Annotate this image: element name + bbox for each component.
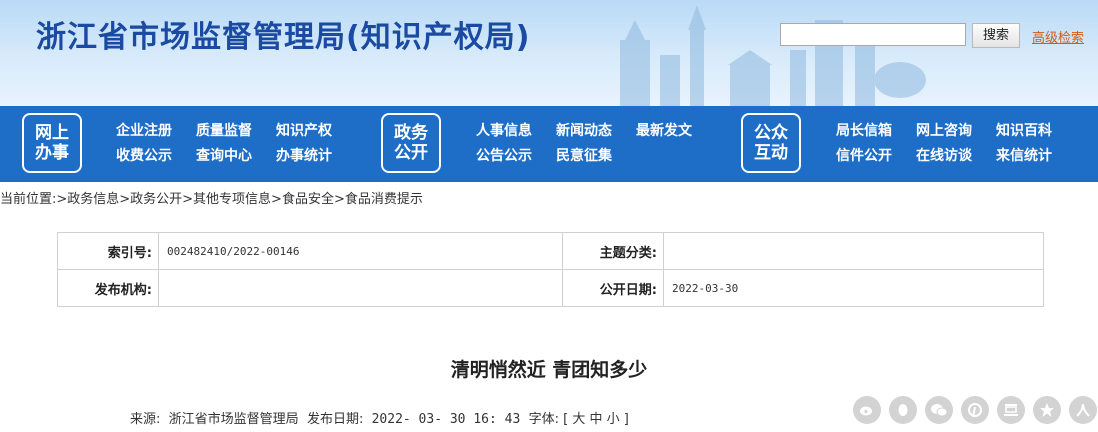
nav-link-fee-disclosure[interactable]: 收费公示 bbox=[116, 145, 172, 165]
main-nav: 网上 办事 企业注册 质量监督 知识产权 收费公示 查询中心 办事统计 政务 公… bbox=[0, 106, 1098, 182]
city-skyline-icon bbox=[620, 5, 926, 106]
table-row: 索引号: 002482410/2022-00146 主题分类: bbox=[57, 232, 1044, 270]
pubdate-value: 2022- 03- 30 16: 43 bbox=[371, 412, 521, 427]
douban-icon[interactable] bbox=[997, 396, 1025, 424]
nav-link-online-interview[interactable]: 在线访谈 bbox=[916, 145, 972, 165]
nav-block-title: 政务 公开 bbox=[394, 123, 428, 163]
font-size-options[interactable]: [ 大 中 小 ] bbox=[563, 412, 629, 427]
index-label: 索引号: bbox=[57, 232, 159, 270]
nav-link-online-consultation[interactable]: 网上咨询 bbox=[916, 120, 972, 140]
index-value: 002482410/2022-00146 bbox=[158, 232, 563, 270]
nav-link-enterprise-registration[interactable]: 企业注册 bbox=[116, 120, 172, 140]
nav-link-public-letters[interactable]: 信件公开 bbox=[836, 145, 892, 165]
nav-block-government-affairs[interactable]: 政务 公开 bbox=[381, 113, 441, 173]
qq-icon[interactable] bbox=[889, 396, 917, 424]
nav-link-quality-supervision[interactable]: 质量监督 bbox=[196, 120, 252, 140]
renren-icon[interactable] bbox=[1069, 396, 1097, 424]
site-header: 浙江省市场监督管理局(知识产权局) 搜索 高级检索 bbox=[0, 0, 1098, 106]
pinterest-icon[interactable] bbox=[961, 396, 989, 424]
nav-block-title: 网上 办事 bbox=[35, 123, 69, 163]
source-label: 来源: bbox=[130, 412, 161, 427]
nav-link-announcements[interactable]: 公告公示 bbox=[476, 145, 532, 165]
breadcrumb[interactable]: 当前位置:>政务信息>政务公开>其他专项信息>食品安全>食品消费提示 bbox=[0, 188, 423, 207]
date-label: 公开日期: bbox=[562, 269, 664, 307]
date-value: 2022-03-30 bbox=[663, 269, 1044, 307]
table-row: 发布机构: 公开日期: 2022-03-30 bbox=[57, 269, 1044, 307]
source-value: 浙江省市场监督管理局 bbox=[168, 412, 299, 427]
nav-link-director-mailbox[interactable]: 局长信箱 bbox=[836, 120, 892, 140]
publisher-label: 发布机构: bbox=[57, 269, 159, 307]
nav-link-query-center[interactable]: 查询中心 bbox=[196, 145, 252, 165]
weibo-icon[interactable] bbox=[853, 396, 881, 424]
nav-link-latest-documents[interactable]: 最新发文 bbox=[636, 120, 692, 140]
nav-link-personnel-info[interactable]: 人事信息 bbox=[476, 120, 532, 140]
nav-link-service-stats[interactable]: 办事统计 bbox=[276, 145, 332, 165]
qzone-icon[interactable] bbox=[1033, 396, 1061, 424]
nav-block-online-service[interactable]: 网上 办事 bbox=[22, 113, 82, 173]
wechat-icon[interactable] bbox=[925, 396, 953, 424]
search-button[interactable]: 搜索 bbox=[972, 23, 1020, 48]
nav-block-public-interaction[interactable]: 公众 互动 bbox=[741, 113, 801, 173]
publisher-value bbox=[158, 269, 563, 307]
nav-block-title: 公众 互动 bbox=[754, 123, 788, 163]
nav-link-intellectual-property[interactable]: 知识产权 bbox=[276, 120, 332, 140]
advanced-search-link[interactable]: 高级检索 bbox=[1032, 27, 1084, 46]
article-title: 清明悄然近 青团知多少 bbox=[450, 359, 648, 381]
font-label: 字体: bbox=[528, 412, 559, 427]
pubdate-label: 发布日期: bbox=[306, 412, 364, 427]
topic-value bbox=[663, 232, 1044, 270]
article-meta: 来源: 浙江省市场监督管理局 发布日期: 2022- 03- 30 16: 43… bbox=[130, 408, 629, 427]
site-title: 浙江省市场监督管理局(知识产权局) bbox=[36, 20, 531, 55]
nav-link-knowledge-base[interactable]: 知识百科 bbox=[996, 120, 1052, 140]
nav-link-public-opinion[interactable]: 民意征集 bbox=[556, 145, 612, 165]
search-input[interactable] bbox=[780, 23, 966, 46]
document-info-table: 索引号: 002482410/2022-00146 主题分类: 发布机构: 公开… bbox=[57, 232, 1044, 307]
nav-link-news[interactable]: 新闻动态 bbox=[556, 120, 612, 140]
nav-link-letter-stats[interactable]: 来信统计 bbox=[996, 145, 1052, 165]
topic-label: 主题分类: bbox=[562, 232, 664, 270]
